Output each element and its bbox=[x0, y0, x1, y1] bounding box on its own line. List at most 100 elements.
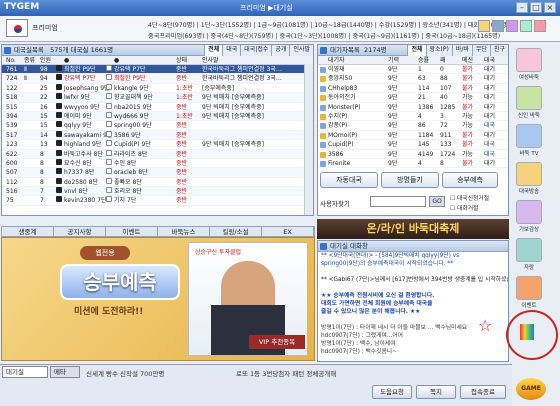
settings-icon[interactable] bbox=[492, 20, 504, 32]
game-row[interactable]: 761 Ⅱ 98 최철한 P9단 강유택 P7단 중반 한국바둑리그 챔피언결정 3국… bbox=[2, 65, 313, 75]
visit-button[interactable]: 방명들기 bbox=[381, 172, 439, 188]
help-request-button[interactable]: 도움요청 bbox=[372, 385, 412, 399]
server-stats-cn[interactable]: 중국프리미엄(693명) | 중국(4단~8단)(759명) | 중국(1단~3… bbox=[148, 31, 500, 40]
game-white: spring00 9단 bbox=[114, 122, 152, 130]
game-row[interactable]: 517 14 sawayakami 9단 3586 9단 중반 bbox=[2, 130, 313, 141]
notice-text[interactable]: 신세계 빵수 신작설 700만명 bbox=[86, 368, 164, 378]
promo-tab[interactable]: 공지사항 bbox=[54, 227, 106, 236]
game-row[interactable]: 539 15 qqlyy 9단 spring00 9단 중반 bbox=[2, 121, 313, 131]
shop-icon[interactable] bbox=[506, 20, 518, 32]
auto-match-button[interactable]: 자동대국 bbox=[320, 172, 378, 188]
sidebar-item-label: 이벤트 bbox=[521, 303, 537, 309]
game-row[interactable]: 600 8 묘수신 8단 수인 8단 중반 bbox=[2, 158, 313, 169]
game-column-header[interactable]: ● bbox=[64, 56, 69, 65]
sidebar-item-icon[interactable] bbox=[516, 124, 542, 148]
waiting-column-header[interactable]: 기력 bbox=[388, 56, 399, 65]
game-column-header[interactable]: 인사말 bbox=[202, 56, 219, 65]
game-column-header[interactable]: 인원 bbox=[40, 56, 51, 65]
game-row[interactable]: 724 Ⅱ 94 강유택 P7단 최철한 P9단 중반 한국바둑리그 챔피언결정 3국… bbox=[2, 74, 313, 84]
logout-button[interactable]: 접속종료 bbox=[460, 385, 506, 399]
chat-log[interactable]: ** <9단대국(연대)> - [584]9단빅매치 qqlyy(9단) vs s… bbox=[318, 252, 508, 356]
game-row[interactable]: 515 16 wwyyoo 9단 nba2015 9단 중반 9단 빅매치 [승부예측중] bbox=[2, 102, 313, 112]
waiting-column-header[interactable]: 대기자 bbox=[328, 56, 345, 65]
game-tab[interactable]: 대국 bbox=[222, 45, 241, 56]
game-column-header[interactable]: 종류 bbox=[24, 56, 35, 65]
game-column-header[interactable]: ● bbox=[114, 56, 119, 65]
game-row[interactable]: 123 13 highland 9단 Cupid(P) 9단 중반 9단 빅매치 [승부예… bbox=[2, 140, 313, 150]
sidebar-item-icon[interactable] bbox=[516, 238, 542, 262]
search-go-button[interactable]: GO bbox=[429, 196, 445, 207]
game-no: 600 bbox=[6, 159, 18, 167]
help-icon[interactable] bbox=[534, 20, 546, 32]
sidebar-item-icon[interactable] bbox=[516, 162, 542, 186]
sidebar-item-icon[interactable] bbox=[516, 200, 542, 224]
waiting-row[interactable]: Monster(P) 9단 1386 1285 불가 대기 bbox=[318, 103, 508, 112]
message-button[interactable]: 쪽지 bbox=[416, 385, 456, 399]
promo-banner[interactable]: 웹전용 승부예측 미션에 도전하라!! 상승구신 투자클럽 VIP 추천종목 bbox=[1, 237, 315, 361]
game-column-header[interactable]: 상태 bbox=[176, 56, 187, 65]
server-stats-kr[interactable]: 4단~8단(970명) | 1단~3단(1552명) | 1급~9급(1081명… bbox=[148, 20, 509, 29]
game-tab[interactable]: 대국|접수 bbox=[240, 45, 272, 56]
sidebar-item-icon[interactable] bbox=[516, 86, 542, 110]
waiting-column-header[interactable]: 대국 bbox=[484, 56, 495, 65]
promo-tab[interactable]: 생중계 bbox=[2, 227, 54, 236]
game-row[interactable]: 518 22 lwfxr 9단 향교골대책 9단 1:초반 9단 빅매치 [승부예측중] bbox=[2, 93, 313, 103]
maximize-button[interactable]: □ bbox=[530, 2, 542, 13]
sidebar-item-icon[interactable] bbox=[516, 48, 542, 72]
sidebar-item-icon[interactable] bbox=[516, 276, 542, 300]
waiting-column-header[interactable]: 메신 bbox=[462, 56, 473, 65]
reject-game-option[interactable]: ☐ 대국신청거절 bbox=[450, 193, 489, 202]
game-tab[interactable]: 인사말 bbox=[289, 45, 313, 56]
game-row[interactable]: 394 15 에이미 9단 wyd666 9단 1:초반 9단 빅매치 [승부예측중] bbox=[2, 111, 313, 122]
game-tab[interactable]: 공개 bbox=[271, 45, 290, 56]
chat-line: hdc0907(7단) : 백수깃옴니~ bbox=[321, 349, 397, 355]
waiting-row[interactable]: 이영재 9단 1 0 불가 대기 bbox=[318, 65, 508, 75]
game-row[interactable]: 516 7 vnvl 8단 호리오 8단 중반 bbox=[2, 187, 313, 197]
waiting-tab[interactable]: 무단 bbox=[471, 45, 490, 56]
mail-icon[interactable] bbox=[520, 20, 532, 32]
event-gift-icon[interactable] bbox=[520, 324, 534, 340]
ad-panel[interactable]: 상승구신 투자클럽 VIP 추천종목 bbox=[188, 242, 308, 356]
game-row[interactable]: 112 8 do2580 8단 좋빠오 8단 중반 bbox=[2, 177, 313, 188]
waiting-column-header[interactable]: 패 bbox=[440, 56, 446, 65]
waiting-tab[interactable]: 왕소(P) bbox=[425, 45, 452, 56]
black-stone-icon bbox=[56, 93, 62, 100]
promo-tab[interactable]: 바둑뉴스 bbox=[158, 227, 210, 236]
promo-tab[interactable]: 이벤트 bbox=[106, 227, 158, 236]
festival-banner[interactable]: 온/라/인 바둑대축제 bbox=[317, 219, 509, 239]
waiting-row[interactable]: 중앙지50 9단 63 88 불가 대기 bbox=[318, 74, 508, 84]
waiting-name: Firenite bbox=[328, 159, 351, 167]
game-list-scrollbar[interactable] bbox=[304, 64, 313, 215]
game-status: 중반 bbox=[176, 66, 188, 73]
ticker-text[interactable]: 로또 1등 3번당첨자 패턴 정체공개해 bbox=[236, 368, 336, 378]
waiting-row[interactable]: 수지(P) 9단 4 3 가능 대기 bbox=[318, 112, 508, 122]
game-row[interactable]: 122 25 Josephsang 9단 kkangle 9단 1:초반 [승부예측중] bbox=[2, 83, 313, 94]
predict-button[interactable]: 승부예측 bbox=[442, 172, 498, 188]
waiting-row[interactable]: Firenite 9단 4 8 불가 대기 bbox=[318, 159, 508, 169]
waiting-tab[interactable]: 친구 bbox=[489, 45, 508, 56]
waiting-row[interactable]: 3586 9단 4149 1724 가능 대국 bbox=[318, 150, 508, 159]
waiting-tab[interactable]: 바/바 bbox=[451, 45, 472, 56]
close-button[interactable]: × bbox=[544, 2, 556, 13]
waiting-row[interactable]: 강풍(P) 9단 86 72 가능 대국 bbox=[318, 121, 508, 131]
promo-tab[interactable]: EX bbox=[262, 227, 314, 236]
game-tab[interactable]: 전체 bbox=[204, 45, 223, 56]
tab-lobby[interactable]: 대기실 bbox=[2, 366, 48, 378]
waiting-row[interactable]: Cupid(P) 9단 145 133 불가 대국 bbox=[318, 140, 508, 150]
game-row[interactable]: 75 7 kevin2380 7단 기지 7단 중반 bbox=[2, 196, 313, 206]
reject-chat-option[interactable]: ☐ 대화거절 bbox=[450, 203, 478, 212]
game-row[interactable]: 507 8 h7337 8단 oracleb 8단 중반 bbox=[2, 168, 313, 178]
minimize-button[interactable]: – bbox=[516, 2, 528, 13]
waiting-row[interactable]: 동아의전기 9단 21 40 가능 대기 bbox=[318, 93, 508, 103]
waiting-row[interactable]: MOmoi(P) 9단 1184 911 불가 대기 bbox=[318, 131, 508, 141]
waiting-row[interactable]: CHhelp83 9단 114 107 불가 대기 bbox=[318, 84, 508, 94]
tab-meta[interactable]: 메타 bbox=[50, 366, 80, 378]
promo-tab[interactable]: 킬링/소설 bbox=[210, 227, 262, 236]
game-button[interactable]: GAME bbox=[516, 378, 546, 400]
search-user-input[interactable] bbox=[370, 196, 426, 207]
game-column-header[interactable]: No. bbox=[6, 56, 16, 65]
waiting-column-header[interactable]: 승률 bbox=[418, 56, 429, 65]
home-icon[interactable] bbox=[478, 20, 490, 32]
waiting-tab[interactable]: 전체 bbox=[407, 45, 426, 56]
game-row[interactable]: 622 8 바둑고수사 8단 라라이츠 8단 중반 bbox=[2, 149, 313, 159]
